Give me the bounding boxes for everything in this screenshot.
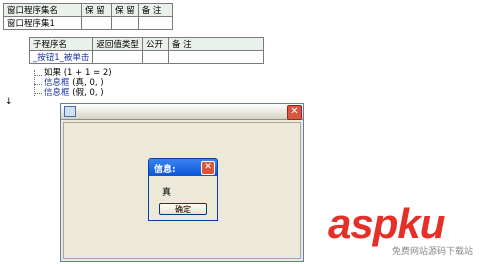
watermark-logo: aspku 免费网站源码下载站	[328, 200, 500, 264]
header-cell: 保 留	[81, 3, 112, 17]
header-cell: 备 注	[167, 37, 264, 51]
form-window-titlebar[interactable]: ✕	[61, 104, 303, 120]
message-box[interactable]: 信息: ✕ 真 确定	[148, 158, 218, 221]
flow-line	[34, 84, 42, 85]
watermark-subtitle: 免费网站源码下载站	[392, 247, 474, 257]
table-header-row: 子程序名 返回值类型 公开 备 注	[28, 37, 264, 51]
header-cell: 备 注	[137, 3, 173, 17]
table-cell[interactable]: 窗口程序集1	[3, 16, 82, 30]
ok-button[interactable]: 确定	[159, 203, 207, 215]
header-cell: 公开	[141, 37, 169, 51]
header-cell: 返回值类型	[92, 37, 143, 51]
flow-line	[34, 93, 42, 94]
table-cell[interactable]	[137, 16, 173, 30]
table-row[interactable]: 窗口程序集1	[3, 16, 173, 30]
code-keyword: 信息框	[44, 88, 70, 98]
subroutine-name-cell[interactable]: _按钮1_被单击	[28, 50, 94, 64]
code-line-msgbox-false[interactable]: 信息框 (假, 0, )	[44, 86, 104, 98]
subroutine-table: 子程序名 返回值类型 公开 备 注 _按钮1_被单击	[28, 37, 264, 64]
table-cell[interactable]	[111, 16, 139, 30]
header-cell: 窗口程序集名	[3, 3, 82, 17]
flow-line	[34, 75, 42, 76]
message-box-title: 信息:	[154, 165, 176, 175]
code-args: (假, 0, )	[72, 88, 104, 98]
app-icon	[64, 106, 76, 117]
table-header-row: 窗口程序集名 保 留 保 留 备 注	[3, 3, 173, 17]
table-row[interactable]: _按钮1_被单击	[28, 50, 264, 64]
header-cell: 子程序名	[28, 37, 94, 51]
message-text: 真	[162, 188, 172, 198]
header-cell: 保 留	[111, 3, 139, 17]
table-cell[interactable]	[92, 50, 143, 64]
window-program-set-table: 窗口程序集名 保 留 保 留 备 注 窗口程序集1	[3, 3, 173, 30]
line-marker-arrow-icon: ↓	[5, 97, 13, 107]
table-cell[interactable]	[141, 50, 169, 64]
ok-button-label: 确定	[175, 205, 191, 214]
table-cell[interactable]	[167, 50, 264, 64]
watermark-logo-text: aspku	[328, 200, 445, 247]
form-close-icon[interactable]: ✕	[287, 105, 302, 120]
message-box-titlebar[interactable]: 信息: ✕	[149, 159, 217, 176]
table-cell[interactable]	[81, 16, 112, 30]
message-box-close-icon[interactable]: ✕	[201, 161, 215, 175]
